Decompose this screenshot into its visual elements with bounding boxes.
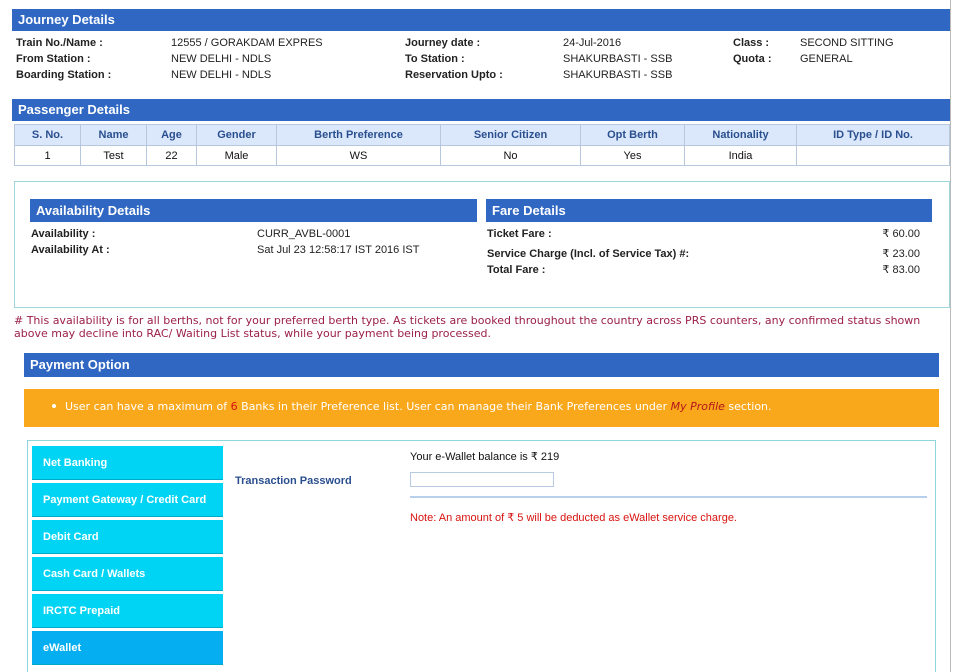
to-station-label: To Station : (405, 53, 465, 65)
from-station-value: NEW DELHI - NDLS (171, 53, 272, 65)
payment-gateway-credit-card-button[interactable]: Payment Gateway / Credit Card (32, 483, 223, 517)
divider (410, 496, 927, 498)
column-header: Opt Berth (580, 124, 685, 146)
passenger-details-header: Passenger Details (12, 99, 950, 121)
debit-card-button[interactable]: Debit Card (32, 520, 223, 554)
bank-preference-banner: User can have a maximum of 6 Banks in th… (24, 389, 939, 427)
table-cell: 22 (146, 145, 197, 166)
availability-notice: # This availability is for all berths, n… (14, 314, 921, 340)
journey-details-header: Journey Details (12, 9, 950, 31)
service-charge-label: Service Charge (Incl. of Service Tax) #: (487, 248, 690, 260)
transaction-password-input[interactable] (410, 472, 554, 487)
service-charge-value: ₹ 23.00 (882, 248, 920, 260)
class-label: Class : (733, 37, 770, 49)
quota-label: Quota : (733, 53, 772, 65)
from-station-label: From Station : (16, 53, 91, 65)
banner-text-mid: Banks in their Preference list. User can… (237, 400, 671, 413)
column-header: Age (146, 124, 197, 146)
passenger-table-header-row: S. No. Name Age Gender Berth Preference … (14, 124, 950, 146)
table-cell: Test (80, 145, 147, 166)
table-cell: No (440, 145, 581, 166)
class-value: SECOND SITTING (800, 37, 894, 49)
table-cell: India (684, 145, 797, 166)
frame-edge (950, 0, 951, 672)
column-header: ID Type / ID No. (796, 124, 950, 146)
column-header: Senior Citizen (440, 124, 581, 146)
payment-option-header: Payment Option (24, 353, 939, 377)
ewallet-charge-note: Note: An amount of ₹ 5 will be deducted … (410, 512, 737, 524)
availability-at-value: Sat Jul 23 12:58:17 IST 2016 IST (257, 244, 420, 256)
total-fare-value: ₹ 83.00 (882, 264, 920, 276)
availability-label: Availability : (31, 228, 96, 240)
column-header: Name (80, 124, 147, 146)
cash-card-wallets-button[interactable]: Cash Card / Wallets (32, 557, 223, 591)
table-cell: Male (196, 145, 277, 166)
availability-details-header: Availability Details (30, 199, 477, 222)
passenger-table: S. No. Name Age Gender Berth Preference … (14, 124, 950, 166)
my-profile-link[interactable]: My Profile (671, 400, 725, 413)
quota-value: GENERAL (800, 53, 853, 65)
banner-text-pre: User can have a maximum of (65, 400, 231, 413)
total-fare-label: Total Fare : (487, 264, 546, 276)
table-row: 1 Test 22 Male WS No Yes India (14, 145, 950, 166)
banner-bank-count: 6 (230, 400, 238, 413)
journey-date-value: 24-Jul-2016 (563, 37, 622, 49)
banner-text-post: section. (724, 400, 772, 413)
reservation-upto-value: SHAKURBASTI - SSB (563, 69, 673, 81)
column-header: Nationality (684, 124, 797, 146)
table-cell: WS (276, 145, 441, 166)
ticket-fare-label: Ticket Fare : (487, 228, 552, 240)
boarding-station-label: Boarding Station : (16, 69, 112, 81)
to-station-value: SHAKURBASTI - SSB (563, 53, 673, 65)
table-cell: 1 (14, 145, 81, 166)
ticket-fare-value: ₹ 60.00 (882, 228, 920, 240)
bullet-icon (52, 404, 56, 408)
availability-at-label: Availability At : (31, 244, 110, 256)
ewallet-balance: Your e-Wallet balance is ₹ 219 (410, 451, 560, 463)
table-cell: Yes (580, 145, 685, 166)
boarding-station-value: NEW DELHI - NDLS (171, 69, 272, 81)
availability-value: CURR_AVBL-0001 (257, 228, 351, 240)
column-header: Berth Preference (276, 124, 441, 146)
train-label: Train No./Name : (16, 37, 103, 49)
transaction-password-label: Transaction Password (235, 475, 352, 487)
ewallet-button[interactable]: eWallet (32, 631, 223, 665)
column-header: S. No. (14, 124, 81, 146)
reservation-upto-label: Reservation Upto : (405, 69, 503, 81)
table-cell (796, 145, 950, 166)
column-header: Gender (196, 124, 277, 146)
irctc-prepaid-button[interactable]: IRCTC Prepaid (32, 594, 223, 628)
net-banking-button[interactable]: Net Banking (32, 446, 223, 480)
journey-date-label: Journey date : (405, 37, 481, 49)
train-value: 12555 / GORAKDAM EXPRES (171, 37, 323, 49)
fare-details-header: Fare Details (486, 199, 932, 222)
